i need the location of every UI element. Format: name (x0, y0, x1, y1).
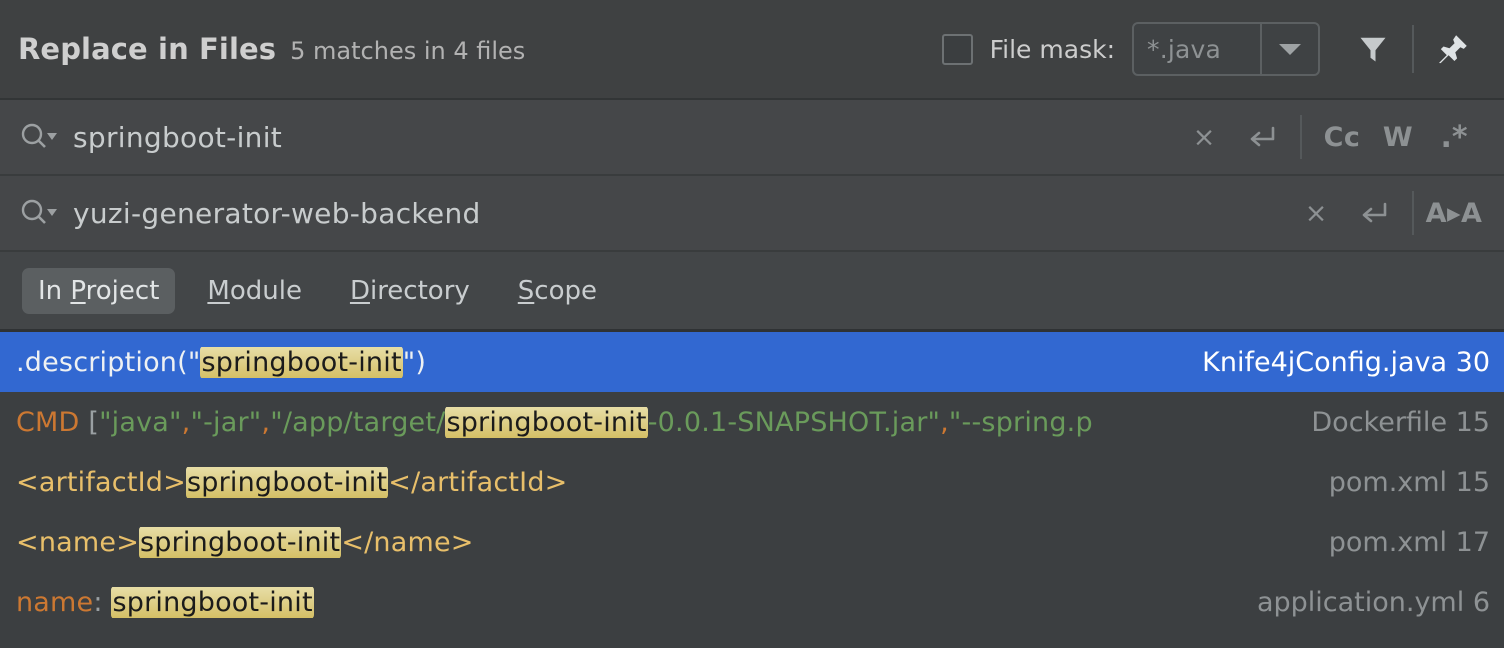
result-row[interactable]: <artifactId>springboot-init</artifactId>… (0, 452, 1504, 512)
search-row[interactable]: springboot-init × Cc W .* (0, 100, 1504, 176)
result-location: Dockerfile 15 (1311, 406, 1490, 438)
search-actions-divider (1300, 115, 1302, 159)
search-icon (21, 123, 57, 148)
scope-tab-accel: S (517, 275, 535, 306)
scope-tab-module[interactable]: Module (191, 268, 318, 314)
match-highlight: springboot-init (185, 466, 389, 498)
file-mask-input[interactable]: *.java (1134, 24, 1260, 74)
scope-tab-accel: D (349, 275, 370, 306)
scope-tab-accel: M (207, 275, 230, 306)
pin-button[interactable] (1424, 20, 1482, 78)
search-history-button[interactable] (1232, 109, 1288, 165)
code-segment: "--spring.p (948, 406, 1093, 438)
result-row[interactable]: <name>springboot-init</name> pom.xml 17 (0, 512, 1504, 572)
result-location: application.yml 6 (1256, 586, 1490, 618)
search-options-button[interactable] (18, 117, 62, 157)
clear-search-button[interactable]: × (1176, 109, 1232, 165)
replace-input[interactable]: yuzi-generator-web-backend (73, 197, 1288, 230)
filter-funnel-icon (1360, 37, 1386, 62)
result-location: pom.xml 17 (1328, 526, 1490, 558)
scope-tab-suffix: odule (229, 275, 302, 306)
results-list[interactable]: .description("springboot-init") Knife4jCo… (0, 332, 1504, 648)
scope-tab-suffix: irectory (369, 275, 470, 306)
result-row[interactable]: .description("springboot-init") Knife4jCo… (0, 332, 1504, 392)
code-segment: <artifactId> (16, 466, 186, 498)
scope-tab-prefix: In (38, 275, 71, 306)
filter-button[interactable] (1344, 20, 1402, 78)
search-input[interactable]: springboot-init (73, 121, 1176, 154)
result-code: name: springboot-init (16, 586, 1243, 618)
result-location: pom.xml 15 (1328, 466, 1490, 498)
match-highlight: springboot-init (200, 346, 403, 378)
header-controls: File mask: *.java (941, 20, 1482, 78)
scope-tab-directory[interactable]: Directory (334, 268, 486, 314)
file-mask-label: File mask: (989, 34, 1115, 64)
scope-tab-suffix: cope (534, 275, 597, 306)
clear-replace-button[interactable]: × (1288, 185, 1344, 241)
match-highlight: springboot-init (445, 406, 648, 438)
result-code: <artifactId>springboot-init</artifactId> (16, 466, 1315, 498)
page-title: Replace in Files (18, 32, 277, 66)
scope-tab-scope[interactable]: Scope (502, 268, 613, 314)
code-segment: "-jar" (190, 406, 262, 438)
pin-icon (1438, 35, 1467, 64)
code-segment: , (261, 406, 271, 438)
whole-words-toggle[interactable]: W (1370, 109, 1426, 165)
scope-tab-suffix: roject (85, 275, 160, 306)
scope-tab-in-project[interactable]: In Project (22, 267, 176, 314)
match-case-toggle[interactable]: Cc (1314, 109, 1370, 165)
dialog-header: Replace in Files 5 matches in 4 files Fi… (0, 0, 1504, 100)
replace-history-button[interactable] (1344, 185, 1400, 241)
file-mask-dropdown-button[interactable] (1260, 24, 1318, 74)
code-segment: <name> (16, 526, 140, 558)
file-mask-checkbox[interactable] (941, 33, 973, 65)
return-arrow-icon (1250, 126, 1275, 147)
replace-actions-divider (1412, 191, 1414, 235)
result-location: Knife4jConfig.java 30 (1202, 346, 1490, 378)
code-segment: </artifactId> (388, 466, 568, 498)
header-divider (1412, 25, 1414, 73)
regex-toggle[interactable]: .* (1426, 109, 1482, 165)
code-segment: : (93, 586, 112, 618)
result-code: <name>springboot-init</name> (16, 526, 1315, 558)
replace-row[interactable]: yuzi-generator-web-backend × A▸A (0, 176, 1504, 252)
file-mask-combobox[interactable]: *.java (1132, 22, 1320, 76)
code-segment: "/app/target/ (270, 406, 446, 438)
scope-tab-accel: P (70, 275, 86, 306)
match-highlight: springboot-init (111, 586, 314, 618)
result-row[interactable]: CMD ["java","-jar","/app/target/springbo… (0, 392, 1504, 452)
replace-options-button[interactable] (18, 193, 62, 233)
result-row[interactable]: name: springboot-init application.yml 6 (0, 572, 1504, 632)
preserve-case-toggle[interactable]: A▸A (1426, 185, 1482, 241)
result-code: CMD ["java","-jar","/app/target/springbo… (16, 406, 1297, 438)
code-segment: .description(" (16, 346, 201, 378)
code-segment: "java" (99, 406, 182, 438)
search-icon (21, 199, 57, 224)
code-segment: </name> (341, 526, 474, 558)
code-segment: ") (402, 346, 427, 378)
match-count-label: 5 matches in 4 files (290, 37, 526, 65)
code-segment: name (16, 586, 94, 618)
code-segment: [ (88, 406, 100, 438)
replace-row-actions: × A▸A (1288, 185, 1482, 241)
search-row-actions: × Cc W .* (1176, 109, 1482, 165)
return-arrow-icon (1362, 202, 1387, 223)
match-highlight: springboot-init (139, 526, 342, 558)
result-code: .description("springboot-init") (16, 346, 1188, 378)
code-segment: , (940, 406, 949, 438)
code-segment: -0.0.1-SNAPSHOT.jar" (647, 406, 941, 438)
title-block: Replace in Files 5 matches in 4 files (18, 32, 942, 66)
scope-tabs: In Project Module Directory Scope (0, 252, 1504, 332)
chevron-down-icon (1279, 43, 1301, 55)
code-segment: CMD (16, 406, 89, 438)
replace-in-files-dialog: Replace in Files 5 matches in 4 files Fi… (0, 0, 1504, 648)
